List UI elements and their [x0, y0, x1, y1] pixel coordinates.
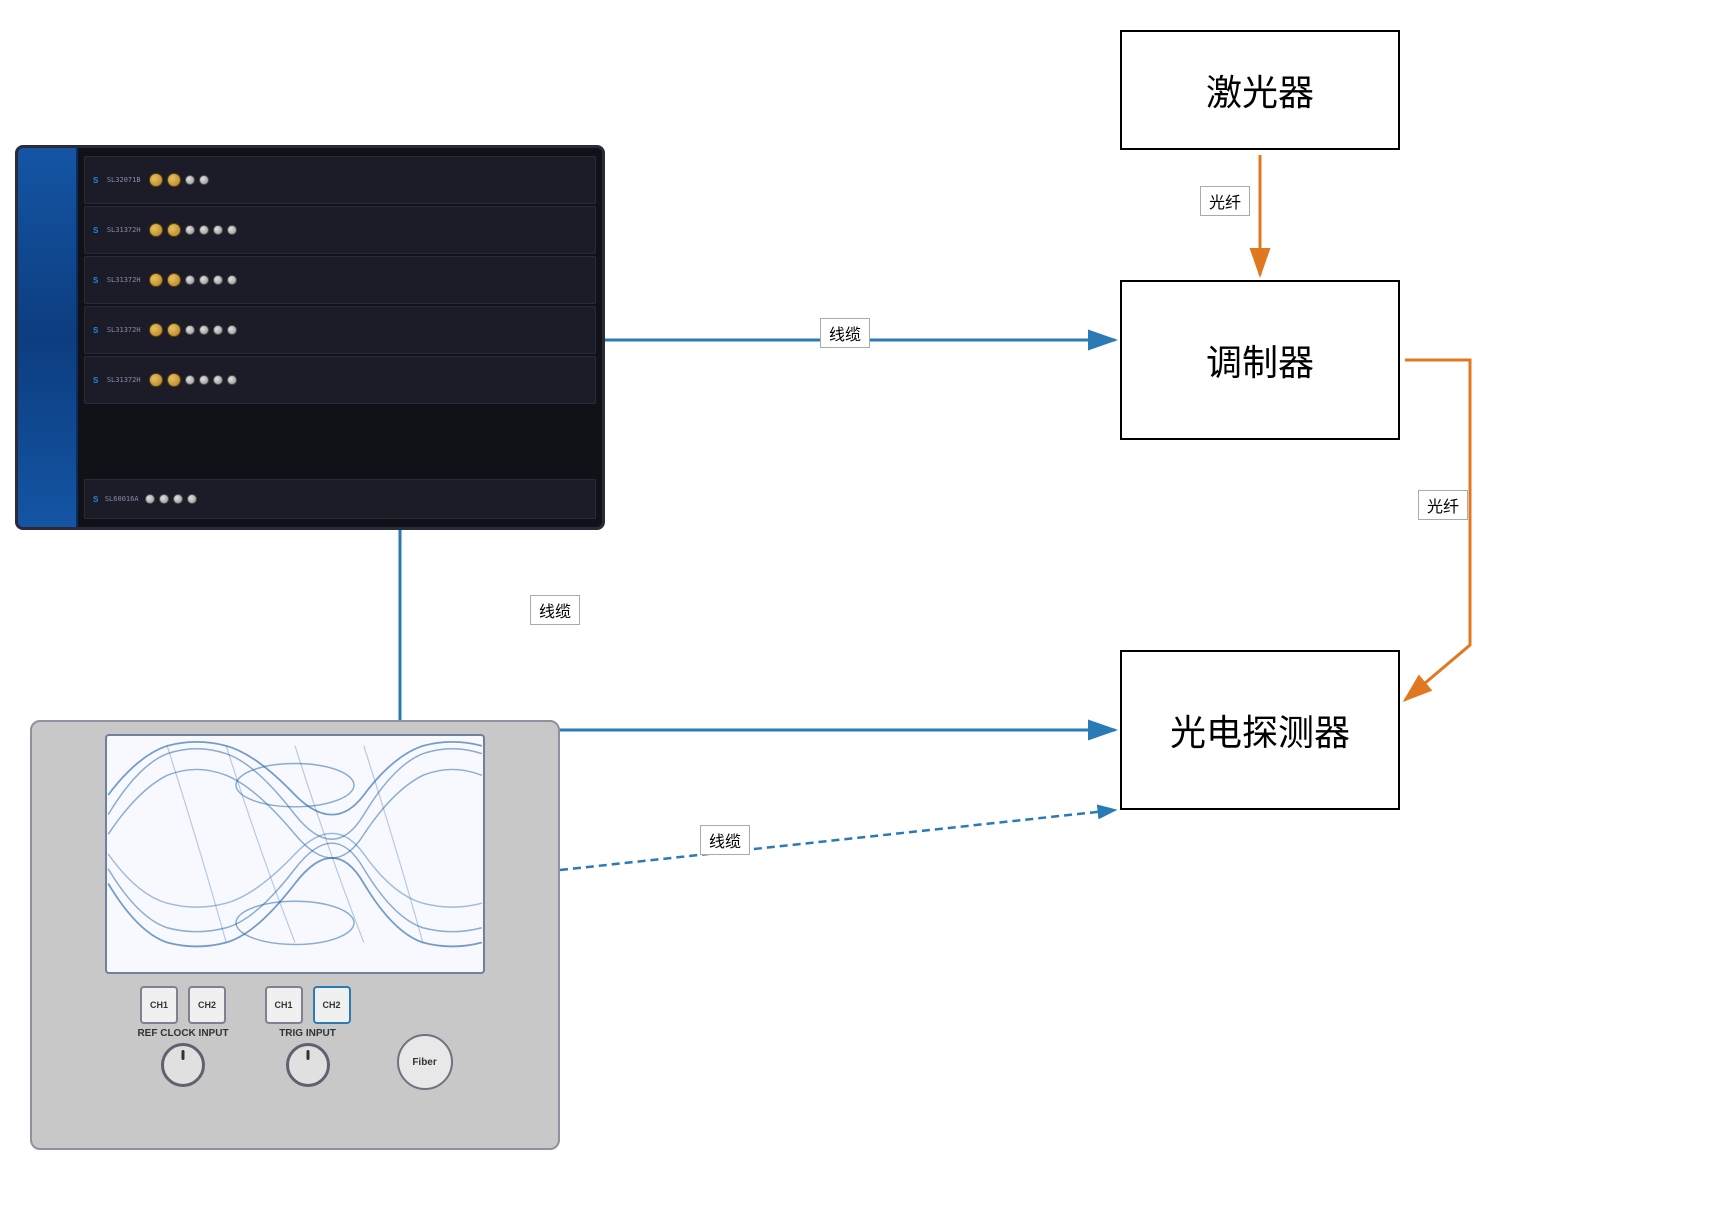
eye-diagram-screen	[105, 734, 485, 974]
rack-slot-label-base: SL60016A	[105, 495, 139, 503]
rack-logo-4: S	[93, 376, 99, 385]
connector	[167, 223, 181, 237]
laser-device: 激光器	[1120, 30, 1400, 150]
rack-base-connectors	[145, 494, 587, 504]
connector-small	[199, 175, 209, 185]
connector-small	[173, 494, 183, 504]
rack-logo-3: S	[93, 326, 99, 335]
connector-small	[159, 494, 169, 504]
connector-small	[187, 494, 197, 504]
connector-small	[227, 325, 237, 335]
oscilloscope-device: CH1 CH2 REF CLOCK INPUT CH1 CH2 TRIG INP…	[30, 720, 560, 1150]
connector-small	[213, 275, 223, 285]
connector-small	[227, 225, 237, 235]
connector-small	[227, 375, 237, 385]
fiber-label-1: 光纤	[1200, 186, 1250, 216]
ref-clock-knobs: CH1 CH2	[140, 986, 226, 1024]
fiber-label-2: 光纤	[1418, 490, 1468, 520]
rack-modules: S SL32071B S SL31372H	[78, 148, 602, 527]
rack-slot-label-2: SL31372H	[107, 276, 141, 284]
cable-label-3: 线缆	[700, 825, 750, 855]
rack-slot-4: S SL31372H	[84, 356, 596, 404]
connector-small	[213, 375, 223, 385]
rack-logo-1: S	[93, 226, 99, 235]
rack-slot-base: S SL60016A	[84, 479, 596, 519]
ref-clock-big-knob[interactable]	[161, 1043, 205, 1087]
connector	[149, 373, 163, 387]
connector	[149, 273, 163, 287]
fiber-button[interactable]: Fiber	[397, 1034, 453, 1090]
trig-ch2-knob[interactable]: CH2	[313, 986, 351, 1024]
connector-small	[185, 175, 195, 185]
rack-logo-base: S	[93, 495, 99, 504]
rack-instrument: S SL32071B S SL31372H	[15, 145, 605, 530]
trig-label: TRIG INPUT	[279, 1028, 336, 1039]
connector	[149, 323, 163, 337]
rack-connectors-3	[149, 323, 587, 337]
cable-label-1: 线缆	[820, 318, 870, 348]
trig-big-knob[interactable]	[286, 1043, 330, 1087]
connector-small	[185, 225, 195, 235]
ref-clock-ch1-knob[interactable]: CH1	[140, 986, 178, 1024]
laser-label: 激光器	[1206, 64, 1314, 116]
rack-slot-label-1: SL31372H	[107, 226, 141, 234]
fiber-group: Fiber	[397, 986, 453, 1090]
connector-small	[185, 375, 195, 385]
rack-logo-2: S	[93, 276, 99, 285]
rack-logo-0: S	[93, 176, 99, 185]
cable-label-2: 线缆	[530, 595, 580, 625]
connector-small	[213, 225, 223, 235]
photodetector-device: 光电探测器	[1120, 650, 1400, 810]
rack-blue-panel	[18, 148, 78, 527]
connector	[149, 223, 163, 237]
rack-slot-label-4: SL31372H	[107, 376, 141, 384]
connector-small	[199, 275, 209, 285]
rack-slot-3: S SL31372H	[84, 306, 596, 354]
rack-connectors-4	[149, 373, 587, 387]
connector-small	[199, 375, 209, 385]
connector-small	[227, 275, 237, 285]
connector	[167, 273, 181, 287]
main-page: S SL32071B S SL31372H	[0, 0, 1717, 1226]
rack-slot-label-0: SL32071B	[107, 176, 141, 184]
connector	[149, 173, 163, 187]
rack-slot-0: S SL32071B	[84, 156, 596, 204]
ref-clock-group: CH1 CH2 REF CLOCK INPUT	[137, 986, 228, 1087]
rack-connectors-0	[149, 173, 587, 187]
trig-group: CH1 CH2 TRIG INPUT	[265, 986, 351, 1087]
connector-small	[185, 325, 195, 335]
photodetector-label: 光电探测器	[1170, 704, 1350, 756]
rack-slot-2: S SL31372H	[84, 256, 596, 304]
connector-small	[199, 225, 209, 235]
ref-clock-label: REF CLOCK INPUT	[137, 1028, 228, 1039]
rack-connectors-1	[149, 223, 587, 237]
rack-slot-label-3: SL31372H	[107, 326, 141, 334]
connector	[167, 173, 181, 187]
trig-knobs: CH1 CH2	[265, 986, 351, 1024]
rack-connectors-2	[149, 273, 587, 287]
connector-small	[185, 275, 195, 285]
connector-small	[213, 325, 223, 335]
connector-small	[199, 325, 209, 335]
connector	[167, 323, 181, 337]
osc-controls: CH1 CH2 REF CLOCK INPUT CH1 CH2 TRIG INP…	[44, 986, 546, 1090]
trig-ch1-knob[interactable]: CH1	[265, 986, 303, 1024]
rack-slot-1: S SL31372H	[84, 206, 596, 254]
connector	[167, 373, 181, 387]
connector-small	[145, 494, 155, 504]
modulator-label: 调制器	[1206, 334, 1314, 386]
modulator-device: 调制器	[1120, 280, 1400, 440]
ref-clock-ch2-knob[interactable]: CH2	[188, 986, 226, 1024]
